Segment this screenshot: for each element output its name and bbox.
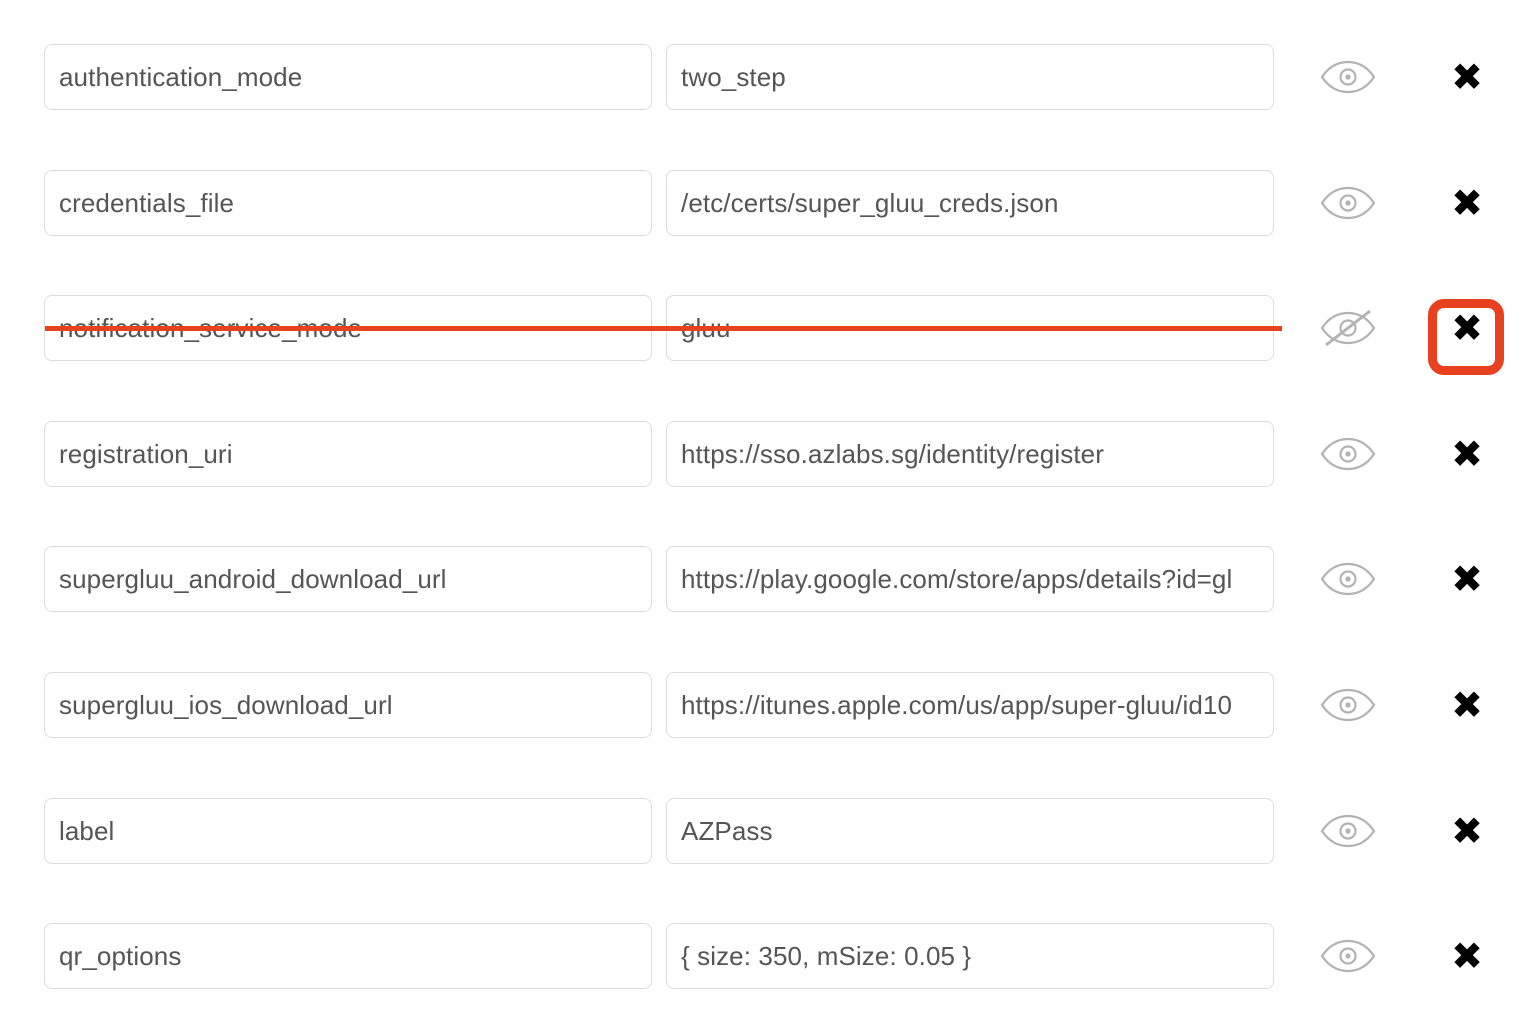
property-key-text: credentials_file [59,187,235,218]
eye-icon[interactable] [1316,428,1380,480]
property-key-input[interactable]: qr_options [44,923,652,989]
eye-icon[interactable] [1316,805,1380,857]
property-value-text: https://play.google.com/store/apps/detai… [681,563,1233,594]
property-row: credentials_file/etc/certs/super_gluu_cr… [0,170,1524,236]
property-key-input[interactable]: label [44,798,652,864]
script-properties-list: authentication_mode two_step ✖ credentials_… [0,0,1524,1026]
property-row: authentication_mode two_step ✖ [0,44,1524,110]
property-value-input[interactable]: { size: 350, mSize: 0.05 } [666,923,1274,989]
property-value-text: https://itunes.apple.com/us/app/super-gl… [681,689,1233,720]
property-row: label AZPass ✖ [0,798,1524,864]
delete-property-button[interactable]: ✖ [1442,680,1492,730]
property-value-input[interactable]: /etc/certs/super_gluu_creds.json [666,170,1274,236]
property-row: qr_options { size: 350, mSize: 0.05 } ✖ [0,923,1524,989]
property-value-input[interactable]: https://sso.azlabs.sg/identity/register [666,421,1274,487]
property-key-text: supergluu_ios_download_url [59,689,393,720]
property-key-text: label [59,815,115,846]
delete-property-button[interactable]: ✖ [1442,52,1492,102]
delete-property-button[interactable]: ✖ [1442,303,1492,353]
property-key-input[interactable]: notification_service_mode [44,295,652,361]
property-value-input[interactable]: gluu [666,295,1274,361]
eye-icon[interactable] [1316,177,1380,229]
property-value-input[interactable]: https://itunes.apple.com/us/app/super-gl… [666,672,1274,738]
property-key-input[interactable]: registration_uri [44,421,652,487]
property-value-text: gluu [681,312,731,343]
property-key-text: registration_uri [59,438,233,469]
eye-icon[interactable] [1316,930,1380,982]
eye-icon[interactable] [1316,679,1380,731]
property-value-text: /etc/certs/super_gluu_creds.json [681,187,1059,218]
property-value-text: https://sso.azlabs.sg/identity/register [681,438,1104,469]
eye-off-icon[interactable] [1316,302,1380,354]
property-row: supergluu_ios_download_url https://itunes… [0,672,1524,738]
delete-property-button[interactable]: ✖ [1442,554,1492,604]
property-value-text: two_step [681,61,786,92]
property-value-input[interactable]: two_step [666,44,1274,110]
property-key-input[interactable]: credentials_file [44,170,652,236]
eye-icon[interactable] [1316,553,1380,605]
property-key-text: supergluu_android_download_url [59,563,447,594]
eye-icon[interactable] [1316,51,1380,103]
delete-property-button[interactable]: ✖ [1442,178,1492,228]
property-key-text: notification_service_mode [59,312,363,343]
property-value-input[interactable]: AZPass [666,798,1274,864]
delete-property-button[interactable]: ✖ [1442,429,1492,479]
property-key-input[interactable]: supergluu_ios_download_url [44,672,652,738]
property-row: registration_uri https://sso.azlabs.sg/id… [0,421,1524,487]
property-key-input[interactable]: authentication_mode [44,44,652,110]
property-key-text: qr_options [59,940,182,971]
property-row: notification_service_mode gluu ✖ [0,295,1524,361]
property-row: supergluu_android_download_url https://pl… [0,546,1524,612]
property-key-input[interactable]: supergluu_android_download_url [44,546,652,612]
property-value-input[interactable]: https://play.google.com/store/apps/detai… [666,546,1274,612]
delete-property-button[interactable]: ✖ [1442,806,1492,856]
delete-property-button[interactable]: ✖ [1442,931,1492,981]
property-value-text: AZPass [681,815,773,846]
property-value-text: { size: 350, mSize: 0.05 } [681,940,972,971]
property-key-text: authentication_mode [59,61,303,92]
